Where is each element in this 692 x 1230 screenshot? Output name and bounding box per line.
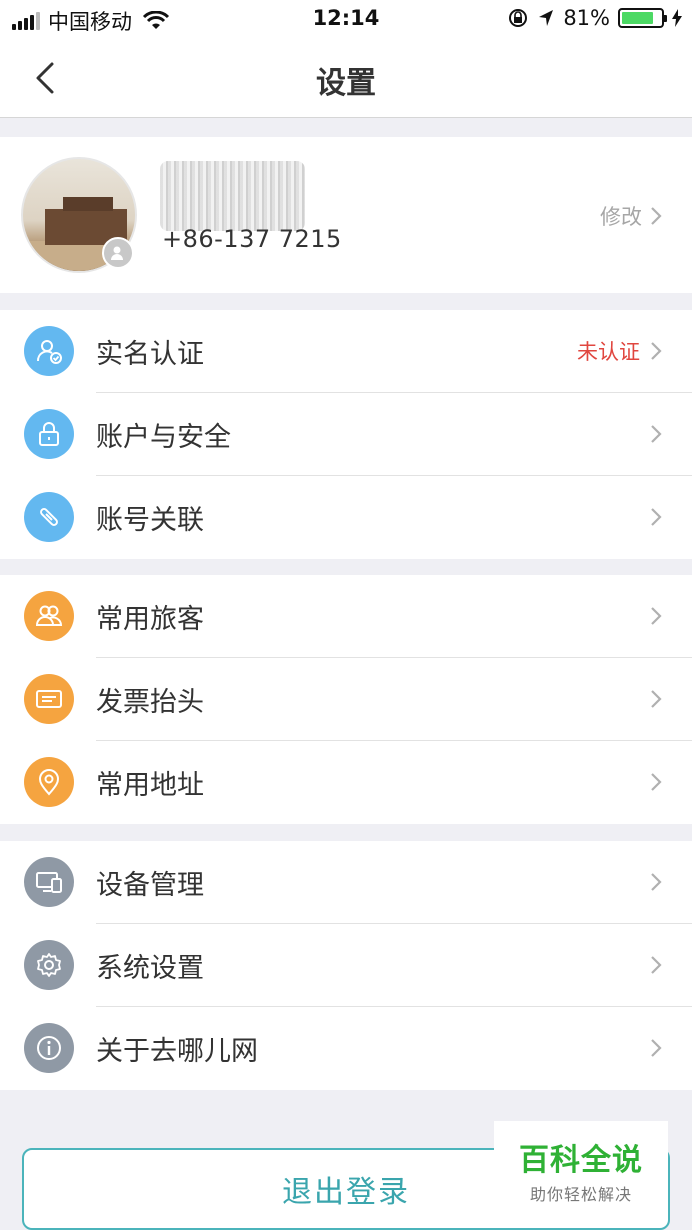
chevron-right-icon <box>651 1039 662 1057</box>
unverified-status-badge: 未认证 <box>577 340 640 364</box>
menu-item-label: 系统设置 <box>96 953 204 984</box>
location-pin-icon <box>24 757 74 807</box>
charging-icon <box>672 9 682 27</box>
menu-item-system-settings[interactable]: 系统设置 <box>0 924 692 1007</box>
identity-check-icon <box>24 326 74 376</box>
chevron-right-icon <box>651 773 662 791</box>
watermark-subtitle: 助你轻松解决 <box>529 1185 632 1204</box>
info-icon <box>24 1023 74 1073</box>
chevron-right-icon <box>651 873 662 891</box>
menu-item-label: 常用地址 <box>96 770 204 801</box>
menu-item-label: 常用旅客 <box>96 604 204 635</box>
chevron-right-icon <box>651 207 662 225</box>
menu-item-frequent-addresses[interactable]: 常用地址 <box>0 741 692 824</box>
watermark: 百科全说 助你轻松解决 <box>494 1121 668 1207</box>
chevron-right-icon <box>651 508 662 526</box>
modify-profile-link[interactable]: 修改 <box>600 201 662 231</box>
menu-item-invoice-title[interactable]: 发票抬头 <box>0 658 692 741</box>
menu-item-label: 账户与安全 <box>96 422 231 453</box>
link-icon <box>24 492 74 542</box>
devices-icon <box>24 857 74 907</box>
menu-item-real-name-verification[interactable]: 实名认证 未认证 <box>0 310 692 393</box>
profile-card[interactable]: +86-137 7215 修改 <box>0 137 692 293</box>
chevron-right-icon <box>651 425 662 443</box>
chevron-right-icon <box>651 956 662 974</box>
settings-group-account: 实名认证 未认证 账户与安全 账号关联 <box>0 310 692 559</box>
menu-item-about[interactable]: 关于去哪儿网 <box>0 1007 692 1090</box>
menu-item-label: 设备管理 <box>96 870 204 901</box>
chevron-right-icon <box>651 342 662 360</box>
rotation-lock-icon <box>509 9 528 27</box>
menu-item-label: 发票抬头 <box>96 687 204 718</box>
gear-icon <box>24 940 74 990</box>
menu-item-frequent-travelers[interactable]: 常用旅客 <box>0 575 692 658</box>
modify-label: 修改 <box>600 205 642 229</box>
status-bar: 中国移动 12:14 81% <box>0 0 692 38</box>
invoice-icon <box>24 674 74 724</box>
username-blurred <box>160 161 305 231</box>
page-title: 设置 <box>316 66 376 101</box>
users-icon <box>24 591 74 641</box>
settings-group-travel: 常用旅客 发票抬头 常用地址 <box>0 575 692 824</box>
location-arrow-icon <box>539 10 554 26</box>
menu-item-account-linking[interactable]: 账号关联 <box>0 476 692 559</box>
lock-icon <box>24 409 74 459</box>
chevron-right-icon <box>651 607 662 625</box>
watermark-title: 百科全说 <box>519 1143 643 1178</box>
navigation-bar: 设置 <box>0 38 692 118</box>
chevron-right-icon <box>651 690 662 708</box>
avatar-edit-icon <box>102 237 134 269</box>
menu-item-label: 实名认证 <box>96 339 204 370</box>
menu-item-label: 关于去哪儿网 <box>96 1036 258 1067</box>
battery-percent: 81% <box>563 6 610 30</box>
menu-item-device-management[interactable]: 设备管理 <box>0 841 692 924</box>
battery-icon <box>618 8 667 28</box>
menu-item-account-security[interactable]: 账户与安全 <box>0 393 692 476</box>
menu-item-label: 账号关联 <box>96 505 204 536</box>
phone-number: +86-137 7215 <box>162 225 342 253</box>
settings-group-system: 设备管理 系统设置 关于去哪儿网 <box>0 841 692 1090</box>
